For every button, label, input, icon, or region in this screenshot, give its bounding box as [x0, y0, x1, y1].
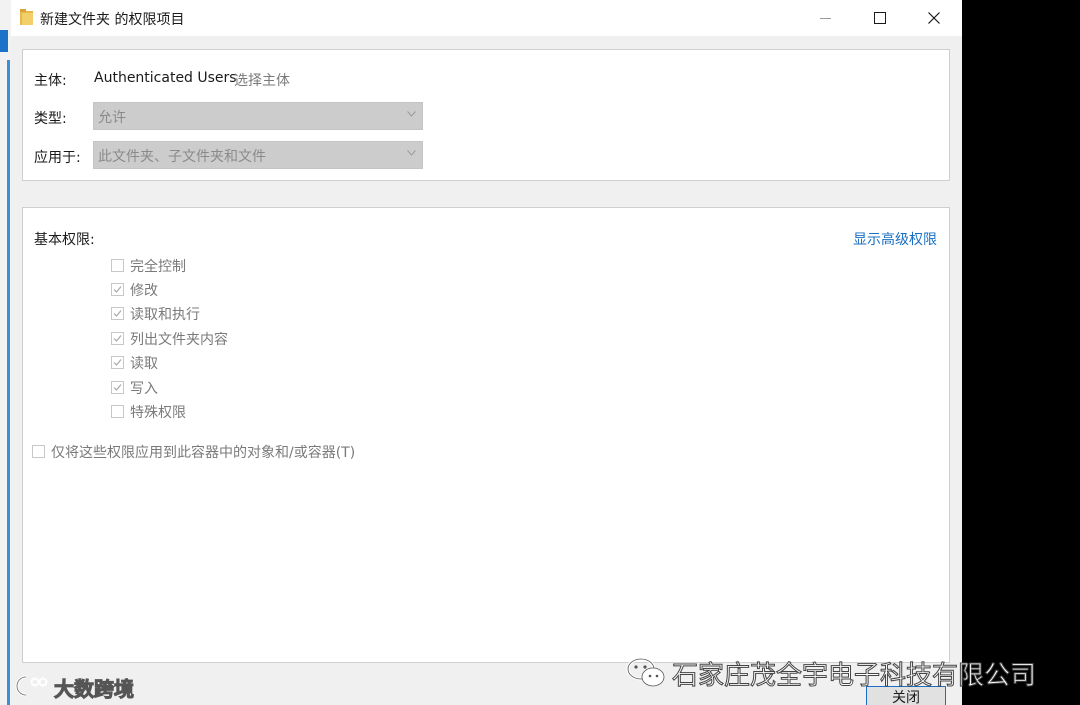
- taskbar-fragment: [0, 30, 8, 52]
- brand-logo-icon: [15, 675, 48, 697]
- close-window-button[interactable]: [911, 0, 957, 36]
- applies-to-select-value: 此文件夹、子文件夹和文件: [98, 149, 266, 165]
- select-principal-link[interactable]: 选择主体: [234, 70, 290, 90]
- checkbox[interactable]: [32, 445, 45, 458]
- checkbox[interactable]: [111, 259, 124, 272]
- watermark-left-text: 大数跨境: [54, 677, 135, 702]
- permission-label: 完全控制: [130, 259, 186, 275]
- watermark-right-text: 石家庄茂全宇电子科技有限公司: [671, 661, 1037, 692]
- show-advanced-permissions-link[interactable]: 显示高级权限: [853, 229, 937, 249]
- permission-label: 写入: [130, 381, 158, 397]
- minimize-icon: [820, 18, 831, 19]
- applies-to-label: 应用于:: [34, 150, 81, 166]
- applies-to-select[interactable]: 此文件夹、子文件夹和文件: [93, 141, 423, 169]
- only-apply-label: 仅将这些权限应用到此容器中的对象和/或容器(T): [51, 445, 356, 461]
- permission-label: 修改: [130, 283, 158, 299]
- checkbox[interactable]: [111, 381, 124, 394]
- checkbox[interactable]: [111, 332, 124, 345]
- type-select[interactable]: 允许: [93, 102, 423, 130]
- folder-icon: [20, 9, 33, 25]
- type-label: 类型:: [34, 111, 67, 127]
- principal-panel: 主体: Authenticated Users 选择主体 类型: 允许 应用于:…: [22, 49, 950, 181]
- chevron-down-icon: [407, 150, 416, 156]
- checkbox[interactable]: [111, 307, 124, 320]
- permissions-panel: 基本权限: 显示高级权限 完全控制 修改 读取和执行 列出文件夹内容 读取 写入…: [22, 207, 950, 663]
- checkmark-icon: [113, 310, 122, 317]
- title-bar[interactable]: 新建文件夹 的权限项目: [11, 0, 962, 36]
- minimize-button[interactable]: [803, 0, 849, 36]
- principal-value: Authenticated Users: [94, 70, 237, 86]
- type-select-value: 允许: [98, 110, 126, 126]
- checkbox[interactable]: [111, 356, 124, 369]
- basic-permissions-title: 基本权限:: [34, 232, 95, 248]
- checkmark-icon: [113, 335, 122, 342]
- wechat-icon: [626, 657, 665, 687]
- checkmark-icon: [113, 359, 122, 366]
- checkbox[interactable]: [111, 283, 124, 296]
- window-title: 新建文件夹 的权限项目: [40, 12, 185, 28]
- parent-window-edge: [7, 60, 10, 705]
- maximize-icon: [874, 12, 886, 24]
- close-icon: [928, 12, 940, 24]
- permission-label: 列出文件夹内容: [130, 332, 228, 348]
- permission-label: 读取和执行: [130, 307, 200, 323]
- checkmark-icon: [113, 384, 122, 391]
- maximize-button[interactable]: [857, 0, 903, 36]
- permission-label: 特殊权限: [130, 405, 186, 421]
- checkbox[interactable]: [111, 405, 124, 418]
- principal-label: 主体:: [34, 73, 67, 89]
- desktop-edge: [0, 0, 11, 705]
- permission-entry-dialog: 新建文件夹 的权限项目 主体: Authenticated Users 选择主体…: [11, 0, 962, 705]
- chevron-down-icon: [407, 111, 416, 117]
- permission-label: 读取: [130, 356, 158, 372]
- checkmark-icon: [113, 286, 122, 293]
